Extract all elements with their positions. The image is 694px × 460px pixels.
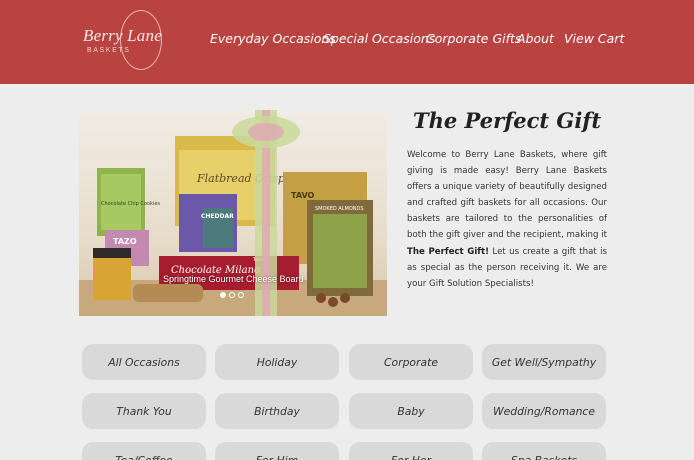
cheddar-label: CHEDDAR xyxy=(201,213,234,220)
site-header: Berry Lane BASKETS Everyday Occasions Sp… xyxy=(0,0,694,84)
slider-dot[interactable] xyxy=(238,292,244,298)
intro-title: The Perfect Gift xyxy=(412,108,602,133)
nav-about[interactable]: About xyxy=(517,31,554,46)
intro-highlight: The Perfect Gift! xyxy=(407,246,490,257)
tavo-label: TAVO xyxy=(291,191,315,200)
category-for-him[interactable]: For Him xyxy=(215,442,339,460)
category-tea-coffee[interactable]: Tea/Coffee xyxy=(82,442,206,460)
nav-view-cart[interactable]: View Cart xyxy=(564,31,624,46)
category-corporate[interactable]: Corporate xyxy=(349,344,473,380)
intro-text: Welcome to Berry Lane Baskets, where gif… xyxy=(407,147,607,292)
nav-special-occasions[interactable]: Special Occasions xyxy=(323,31,435,46)
nav-corporate-gifts[interactable]: Corporate Gifts xyxy=(426,31,521,46)
category-for-her[interactable]: For Her xyxy=(349,442,473,460)
nav-everyday-occasions[interactable]: Everyday Occasions xyxy=(210,31,336,46)
cookies-label: Chocolate Chip Cookies xyxy=(101,201,160,207)
category-spa-baskets[interactable]: Spa Baskets xyxy=(482,442,606,460)
category-all-occasions[interactable]: All Occasions xyxy=(82,344,206,380)
hero-slider[interactable]: Flatbread Crisps Chocolate Chip Cookies … xyxy=(79,110,387,316)
category-wedding-romance[interactable]: Wedding/Romance xyxy=(482,393,606,429)
category-baby[interactable]: Baby xyxy=(349,393,473,429)
gift-basket-illustration: Flatbread Crisps Chocolate Chip Cookies … xyxy=(79,110,387,316)
logo[interactable]: Berry Lane BASKETS xyxy=(80,8,176,70)
category-get-well-sympathy[interactable]: Get Well/Sympathy xyxy=(482,344,606,380)
logo-name: Berry Lane xyxy=(83,26,162,45)
category-holiday[interactable]: Holiday xyxy=(215,344,339,380)
category-thank-you[interactable]: Thank You xyxy=(82,393,206,429)
hero-caption: Springtime Gourmet Cheese Board xyxy=(163,274,304,284)
almonds-label: SMOKED ALMONDS xyxy=(315,206,364,212)
logo-subtitle: BASKETS xyxy=(87,47,131,54)
slider-dots xyxy=(220,292,244,298)
slider-dot[interactable] xyxy=(220,292,226,298)
category-birthday[interactable]: Birthday xyxy=(215,393,339,429)
tazo-label: TAZO xyxy=(113,237,137,246)
intro-text-part: Welcome to Berry Lane Baskets, where gif… xyxy=(407,150,607,241)
slider-dot[interactable] xyxy=(229,292,235,298)
